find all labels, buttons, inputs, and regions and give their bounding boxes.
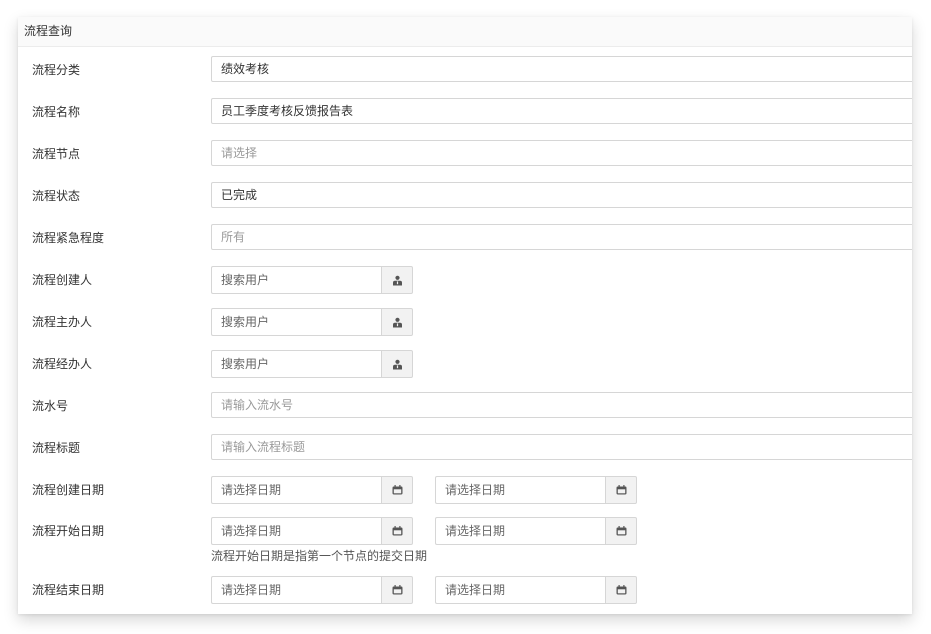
serial-input[interactable]: 请输入流水号 xyxy=(211,392,912,418)
end-date-end-button[interactable] xyxy=(605,576,637,604)
user-icon xyxy=(392,359,402,369)
start-date-help-text: 流程开始日期是指第一个节点的提交日期 xyxy=(211,549,428,563)
title-input[interactable]: 请输入流程标题 xyxy=(211,434,912,460)
handler-label: 流程经办人 xyxy=(32,357,93,371)
start-date-start-group: 请选择日期 xyxy=(211,517,413,545)
urgency-select[interactable]: 所有 xyxy=(211,224,912,250)
title-label: 流程标题 xyxy=(32,441,81,455)
creator-user-button[interactable] xyxy=(381,266,413,294)
panel-title: 流程查询 xyxy=(18,17,912,47)
create-date-start-input[interactable]: 请选择日期 xyxy=(211,476,381,504)
start-date-start-button[interactable] xyxy=(381,517,413,545)
handler-search-input[interactable]: 搜索用户 xyxy=(211,350,381,378)
create-date-start-group: 请选择日期 xyxy=(211,476,413,504)
handler-user-button[interactable] xyxy=(381,350,413,378)
start-date-start-input[interactable]: 请选择日期 xyxy=(211,517,381,545)
creator-label: 流程创建人 xyxy=(32,273,93,287)
name-select[interactable]: 员工季度考核反馈报告表 xyxy=(211,98,912,124)
calendar-icon xyxy=(616,485,626,495)
start-date-label: 流程开始日期 xyxy=(32,524,105,538)
start-date-end-input[interactable]: 请选择日期 xyxy=(435,517,605,545)
calendar-icon xyxy=(392,526,402,536)
create-date-label: 流程创建日期 xyxy=(32,483,105,497)
create-date-end-group: 请选择日期 xyxy=(435,476,637,504)
status-label: 流程状态 xyxy=(32,189,81,203)
owner-search-group: 搜索用户 xyxy=(211,308,413,336)
start-date-end-button[interactable] xyxy=(605,517,637,545)
end-date-end-group: 请选择日期 xyxy=(435,576,637,604)
start-date-end-group: 请选择日期 xyxy=(435,517,637,545)
end-date-start-input[interactable]: 请选择日期 xyxy=(211,576,381,604)
user-icon xyxy=(392,317,402,327)
name-label: 流程名称 xyxy=(32,105,81,119)
create-date-end-button[interactable] xyxy=(605,476,637,504)
handler-search-group: 搜索用户 xyxy=(211,350,413,378)
calendar-icon xyxy=(392,585,402,595)
query-panel: 流程查询 流程分类 绩效考核 流程名称 员工季度考核反馈报告表 流程节点 请选择… xyxy=(18,17,912,614)
owner-label: 流程主办人 xyxy=(32,315,93,329)
calendar-icon xyxy=(392,485,402,495)
owner-user-button[interactable] xyxy=(381,308,413,336)
end-date-start-button[interactable] xyxy=(381,576,413,604)
serial-label: 流水号 xyxy=(32,399,69,413)
creator-search-input[interactable]: 搜索用户 xyxy=(211,266,381,294)
status-select[interactable]: 已完成 xyxy=(211,182,912,208)
calendar-icon xyxy=(616,585,626,595)
calendar-icon xyxy=(616,526,626,536)
create-date-end-input[interactable]: 请选择日期 xyxy=(435,476,605,504)
user-icon xyxy=(392,275,402,285)
end-date-label: 流程结束日期 xyxy=(32,583,105,597)
node-label: 流程节点 xyxy=(32,147,81,161)
end-date-start-group: 请选择日期 xyxy=(211,576,413,604)
end-date-end-input[interactable]: 请选择日期 xyxy=(435,576,605,604)
create-date-start-button[interactable] xyxy=(381,476,413,504)
node-select[interactable]: 请选择 xyxy=(211,140,912,166)
urgency-label: 流程紧急程度 xyxy=(32,231,105,245)
category-label: 流程分类 xyxy=(32,63,81,77)
category-select[interactable]: 绩效考核 xyxy=(211,56,912,82)
creator-search-group: 搜索用户 xyxy=(211,266,413,294)
owner-search-input[interactable]: 搜索用户 xyxy=(211,308,381,336)
